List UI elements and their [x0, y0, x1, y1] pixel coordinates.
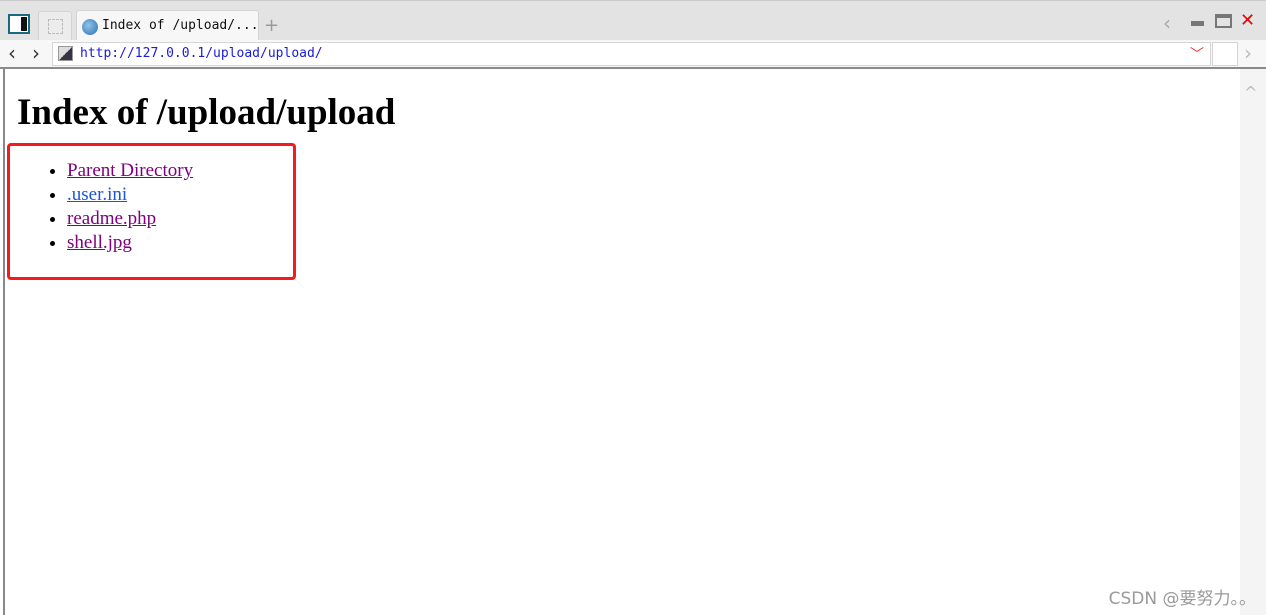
address-bar[interactable]: http://127.0.0.1/upload/upload/ ﹀ — [52, 42, 1211, 66]
blank-tab[interactable] — [38, 11, 72, 41]
close-button[interactable]: ✕ — [1240, 10, 1255, 31]
chevron-right-icon[interactable]: › — [1244, 41, 1252, 65]
site-icon — [58, 46, 73, 61]
minimize-button[interactable] — [1191, 21, 1204, 26]
maximize-button[interactable] — [1215, 14, 1232, 28]
navigation-bar: ‹ › http://127.0.0.1/upload/upload/ ﹀ › — [0, 40, 1266, 69]
go-button[interactable] — [1212, 42, 1238, 66]
window-border — [3, 69, 5, 615]
globe-icon — [82, 19, 98, 35]
highlight-box — [7, 143, 296, 280]
forward-button[interactable]: › — [32, 41, 40, 65]
tab-scroll-left-icon[interactable]: ‹ — [1163, 11, 1171, 35]
chevron-down-icon[interactable]: ﹀ — [1190, 44, 1204, 64]
scroll-up-icon[interactable]: ^ — [1244, 83, 1257, 102]
tab-active[interactable]: Index of /upload/... — [76, 10, 259, 41]
page-title: Index of /upload/upload — [17, 92, 396, 133]
back-button[interactable]: ‹ — [8, 41, 16, 65]
url-text: http://127.0.0.1/upload/upload/ — [80, 46, 323, 61]
watermark: CSDN @要努力。。 — [1108, 589, 1256, 609]
tab-title: Index of /upload/... — [102, 18, 259, 33]
sidebar-toggle-icon[interactable] — [8, 14, 30, 34]
scrollbar[interactable]: ^ — [1240, 69, 1266, 615]
blank-page-icon — [48, 19, 63, 34]
tab-bar: Index of /upload/... + ‹ ✕ — [0, 0, 1266, 41]
new-tab-button[interactable]: + — [264, 15, 279, 36]
